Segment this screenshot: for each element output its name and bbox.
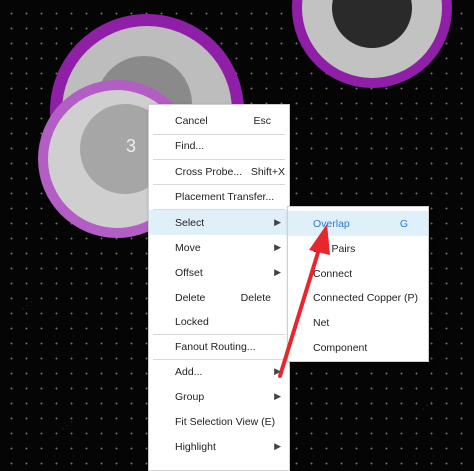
annotation-arrow-icon: [278, 224, 330, 378]
